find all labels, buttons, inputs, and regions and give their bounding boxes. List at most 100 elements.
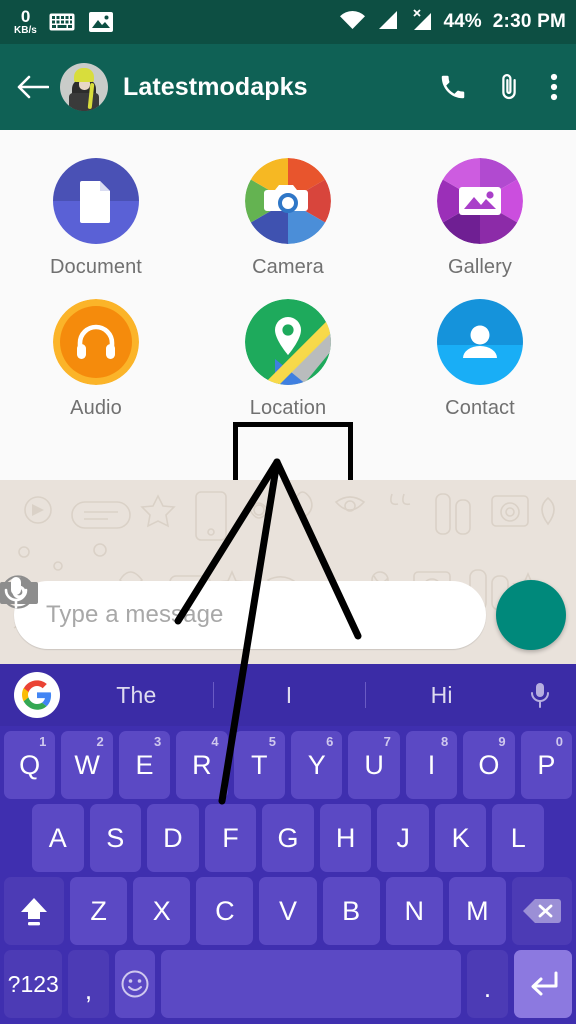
key-label: S xyxy=(106,822,125,853)
key-u[interactable]: 7U xyxy=(348,731,400,799)
key-label: P xyxy=(537,749,556,780)
shift-icon xyxy=(21,898,47,926)
key-w[interactable]: 2W xyxy=(61,731,113,799)
key-k[interactable]: K xyxy=(434,804,487,872)
key-label: U xyxy=(364,749,384,780)
paperclip-icon[interactable] xyxy=(494,72,524,102)
key-label: E xyxy=(135,749,154,780)
key-label: . xyxy=(483,973,492,1003)
suggestion-strip: The I Hi xyxy=(0,664,576,726)
key-label: V xyxy=(278,895,297,926)
phone-call-icon[interactable] xyxy=(438,72,468,102)
key-t[interactable]: 5T xyxy=(233,731,285,799)
message-input-pill[interactable]: Type a message xyxy=(0,575,486,649)
suggestion-3[interactable]: Hi xyxy=(365,682,518,709)
wifi-icon xyxy=(339,10,366,35)
key-label: F xyxy=(222,822,239,853)
overflow-menu-icon[interactable] xyxy=(550,72,558,102)
key-label: C xyxy=(215,895,235,926)
space-key[interactable] xyxy=(160,950,462,1018)
google-g-logo[interactable] xyxy=(14,672,60,718)
attachment-label: Gallery xyxy=(447,256,513,278)
symbols-key[interactable]: ?123 xyxy=(4,950,63,1018)
back-arrow-icon[interactable] xyxy=(16,70,50,104)
attachment-item-gallery[interactable]: Gallery xyxy=(384,152,576,279)
keyboard-row-2: A S D F G H J K L xyxy=(0,804,576,872)
attachment-label: Document xyxy=(50,256,142,278)
key-superscript: 1 xyxy=(39,734,47,749)
key-superscript: 8 xyxy=(440,734,449,749)
attachment-item-document[interactable]: Document xyxy=(0,152,192,279)
key-label: ?123 xyxy=(7,970,59,997)
attachment-sheet: Document Camera Gallery Audio Location C… xyxy=(0,130,576,582)
key-label: O xyxy=(478,749,500,780)
key-n[interactable]: N xyxy=(385,877,443,945)
headphones-icon xyxy=(53,299,139,385)
chat-wallpaper: Type a message xyxy=(0,480,576,664)
key-label: Z xyxy=(90,895,107,926)
key-i[interactable]: 8I xyxy=(405,731,458,799)
attachment-label: Location xyxy=(249,397,327,419)
enter-key[interactable] xyxy=(513,950,572,1018)
attachment-item-camera[interactable]: Camera xyxy=(192,152,384,279)
key-x[interactable]: X xyxy=(133,877,191,945)
key-l[interactable]: L xyxy=(492,804,545,872)
key-label: , xyxy=(84,975,93,1005)
signal-no-service-icon xyxy=(408,8,434,36)
backspace-key[interactable] xyxy=(511,877,572,945)
message-input-bar: Type a message xyxy=(0,574,576,664)
key-g[interactable]: G xyxy=(262,804,314,872)
key-a[interactable]: A xyxy=(31,804,84,872)
backspace-icon xyxy=(522,899,561,923)
key-r[interactable]: 4R xyxy=(176,731,228,799)
microphone-icon xyxy=(4,577,28,609)
key-h[interactable]: H xyxy=(319,804,372,872)
signal-bars-icon xyxy=(375,10,399,35)
key-superscript: 7 xyxy=(383,734,391,749)
emoji-key[interactable] xyxy=(114,950,155,1018)
key-m[interactable]: M xyxy=(448,877,506,945)
comma-key[interactable]: , xyxy=(68,950,109,1018)
key-p[interactable]: 0P xyxy=(520,731,573,799)
voice-input-icon[interactable] xyxy=(518,681,562,709)
clock: 2:30 PM xyxy=(492,11,566,32)
keyboard-icon xyxy=(49,13,75,31)
key-superscript: 0 xyxy=(555,734,564,749)
key-label: G xyxy=(277,822,299,853)
attachment-row-1: Document Camera Gallery xyxy=(0,152,576,279)
network-speed-indicator: 0 KB/s xyxy=(14,8,37,36)
attachment-item-location[interactable]: Location xyxy=(192,293,384,420)
page-title[interactable]: Latestmodapks xyxy=(123,73,438,102)
period-key[interactable]: . xyxy=(467,950,508,1018)
gallery-icon xyxy=(437,158,523,244)
key-o[interactable]: 9O xyxy=(463,731,515,799)
key-label: Y xyxy=(307,749,326,780)
voice-record-button[interactable] xyxy=(4,577,566,650)
key-z[interactable]: Z xyxy=(70,877,128,945)
key-e[interactable]: 3E xyxy=(118,731,171,799)
key-v[interactable]: V xyxy=(259,877,317,945)
key-j[interactable]: J xyxy=(377,804,429,872)
suggestion-2[interactable]: I xyxy=(213,682,366,709)
attachment-row-2: Audio Location Contact xyxy=(0,293,576,420)
key-label: I xyxy=(427,749,436,780)
avatar[interactable] xyxy=(60,63,108,111)
map-pin-icon xyxy=(245,299,331,385)
key-label: K xyxy=(451,822,470,853)
message-input-placeholder[interactable]: Type a message xyxy=(46,601,472,629)
key-s[interactable]: S xyxy=(89,804,142,872)
key-superscript: 9 xyxy=(498,734,506,749)
attachment-item-contact[interactable]: Contact xyxy=(384,293,576,420)
key-label: R xyxy=(192,749,212,780)
key-superscript: 6 xyxy=(326,734,334,749)
shift-key[interactable] xyxy=(4,877,64,945)
key-f[interactable]: F xyxy=(204,804,257,872)
key-b[interactable]: B xyxy=(322,877,380,945)
suggestion-1[interactable]: The xyxy=(60,682,213,709)
key-label: J xyxy=(396,822,410,853)
key-y[interactable]: 6Y xyxy=(291,731,343,799)
attachment-item-audio[interactable]: Audio xyxy=(0,293,192,420)
key-c[interactable]: C xyxy=(196,877,254,945)
key-d[interactable]: D xyxy=(147,804,199,872)
key-q[interactable]: 1Q xyxy=(3,731,56,799)
